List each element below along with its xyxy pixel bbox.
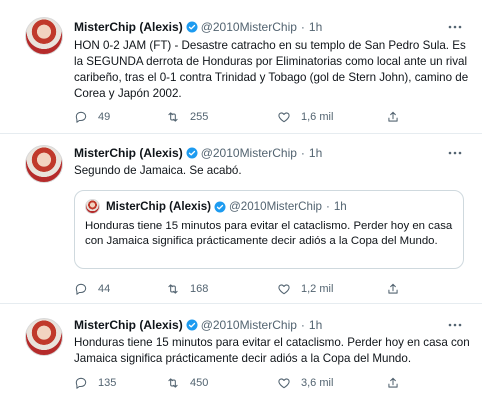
tweet-text: Honduras tiene 15 minutos para evitar el… (74, 336, 470, 365)
separator-dot: · (325, 200, 330, 213)
reply-icon (75, 377, 87, 389)
author-handle[interactable]: @2010MisterChip (201, 146, 297, 160)
tweet-text: Segundo de Jamaica. Se acabó. (74, 164, 242, 177)
reply-button[interactable]: 135 (74, 376, 116, 390)
quoted-tweet[interactable]: MisterChip (Alexis) @2010MisterChip · 1h… (74, 190, 464, 269)
tweet-text: HON 0-2 JAM (FT) - Desastre catracho en … (74, 39, 469, 100)
quoted-tweet-header: MisterChip (Alexis) @2010MisterChip · 1h (85, 199, 347, 214)
avatar[interactable] (25, 145, 63, 183)
tweet[interactable]: MisterChip (Alexis) @2010MisterChip · 1h… (0, 0, 482, 134)
like-button[interactable]: 1,6 mil (277, 110, 333, 124)
reply-icon (75, 283, 87, 295)
like-icon (278, 284, 290, 295)
tweet-actions: 49 255 1,6 mil (74, 110, 434, 126)
share-icon (388, 111, 398, 122)
verified-badge-icon (186, 21, 198, 33)
tweet[interactable]: MisterChip (Alexis) @2010MisterChip · 1h… (0, 134, 482, 303)
separator-dot: · (300, 20, 305, 34)
tweet-actions: 135 450 3,6 mil (74, 376, 434, 392)
retweet-count: 255 (190, 111, 209, 123)
like-icon (278, 112, 290, 123)
reply-icon (75, 111, 87, 123)
share-icon (388, 377, 398, 388)
tweet[interactable]: MisterChip (Alexis) @2010MisterChip · 1h… (0, 303, 482, 400)
timeline: MisterChip (Alexis) @2010MisterChip · 1h… (0, 0, 482, 400)
separator-dot: · (300, 146, 305, 160)
retweet-button[interactable]: 450 (166, 376, 208, 390)
tweet-time[interactable]: 1h (309, 318, 322, 332)
retweet-icon (168, 378, 178, 388)
like-icon (278, 378, 290, 389)
retweet-button[interactable]: 168 (166, 282, 208, 296)
share-icon (388, 283, 398, 294)
author-name[interactable]: MisterChip (Alexis) (74, 146, 183, 160)
verified-badge-icon (186, 147, 198, 159)
author-name[interactable]: MisterChip (Alexis) (74, 20, 183, 34)
like-button[interactable]: 3,6 mil (277, 376, 333, 390)
like-count: 1,6 mil (301, 111, 334, 123)
share-button[interactable] (386, 110, 410, 124)
separator-dot: · (300, 318, 305, 332)
quoted-author-name: MisterChip (Alexis) (106, 200, 212, 213)
retweet-icon (168, 284, 178, 294)
retweet-icon (168, 112, 178, 122)
retweet-count: 450 (190, 377, 209, 389)
reply-count: 44 (98, 283, 111, 295)
tweet-time[interactable]: 1h (309, 20, 322, 34)
like-count: 3,6 mil (301, 377, 334, 389)
tweet-header: MisterChip (Alexis) @2010MisterChip · 1h (74, 145, 322, 161)
author-handle[interactable]: @2010MisterChip (201, 20, 297, 34)
author-name[interactable]: MisterChip (Alexis) (74, 318, 183, 332)
quoted-avatar (85, 199, 100, 214)
reply-count: 135 (98, 377, 117, 389)
reply-count: 49 (98, 111, 111, 123)
verified-badge-icon (186, 319, 198, 331)
quoted-tweet-text: Honduras tiene 15 minutos para evitar el… (85, 220, 453, 247)
more-options-icon[interactable] (448, 322, 462, 328)
retweet-count: 168 (190, 283, 209, 295)
avatar[interactable] (25, 318, 63, 356)
like-count: 1,2 mil (301, 283, 334, 295)
author-handle[interactable]: @2010MisterChip (201, 318, 297, 332)
tweet-header: MisterChip (Alexis) @2010MisterChip · 1h (74, 19, 322, 35)
reply-button[interactable]: 49 (74, 110, 110, 124)
more-options-icon[interactable] (448, 24, 462, 30)
quoted-tweet-time: 1h (333, 200, 347, 213)
share-button[interactable] (386, 376, 410, 390)
share-button[interactable] (386, 282, 410, 296)
tweet-time[interactable]: 1h (309, 146, 322, 160)
more-options-icon[interactable] (448, 150, 462, 156)
verified-badge-icon (214, 201, 226, 212)
avatar[interactable] (25, 17, 63, 55)
retweet-button[interactable]: 255 (166, 110, 208, 124)
reply-button[interactable]: 44 (74, 282, 110, 296)
like-button[interactable]: 1,2 mil (277, 282, 333, 296)
quoted-author-handle: @2010MisterChip (229, 200, 322, 213)
tweet-actions: 44 168 1,2 mil (74, 282, 434, 298)
tweet-header: MisterChip (Alexis) @2010MisterChip · 1h (74, 317, 322, 333)
